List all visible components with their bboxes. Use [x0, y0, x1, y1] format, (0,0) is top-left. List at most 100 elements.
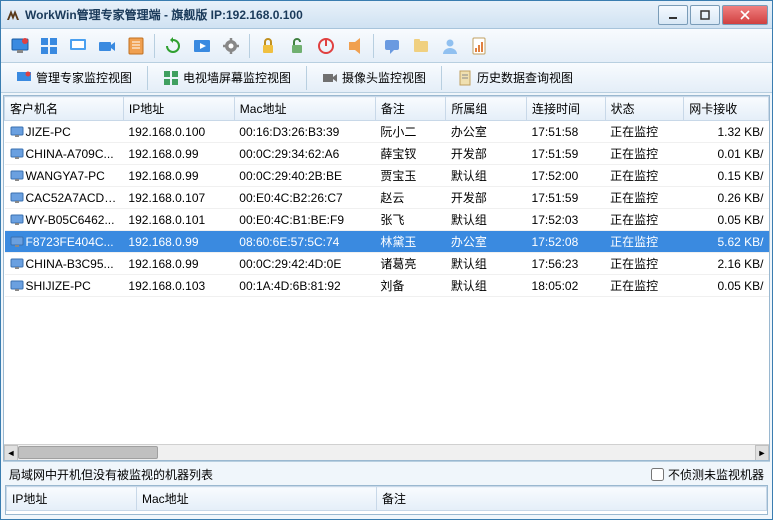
toolbar-separator — [373, 34, 374, 58]
cell-netrecv: 0.26 KB/ — [684, 187, 769, 209]
cell-remark: 林黛玉 — [375, 231, 446, 253]
toolbar-settings-icon[interactable] — [218, 33, 244, 59]
tab-monitor-view[interactable]: 管理专家监控视图 — [7, 65, 141, 90]
computer-icon — [10, 192, 24, 204]
cell-remark: 阮小二 — [375, 121, 446, 143]
camera-icon — [322, 70, 338, 86]
toolbar-separator — [249, 34, 250, 58]
close-button[interactable] — [722, 5, 768, 25]
computer-icon — [10, 170, 24, 182]
app-window: WorkWin管理专家管理端 - 旗舰版 IP:192.168.0.100 管理… — [0, 0, 773, 520]
computer-icon — [10, 214, 24, 226]
toolbar-history-icon[interactable] — [123, 33, 149, 59]
cell-mac: 00:0C:29:40:2B:BE — [234, 165, 375, 187]
minimize-button[interactable] — [658, 5, 688, 25]
cell-mac: 08:60:6E:57:5C:74 — [234, 231, 375, 253]
wall-icon — [163, 70, 179, 86]
cell-ip: 192.168.0.99 — [123, 143, 234, 165]
col-conntime[interactable]: 连接时间 — [527, 97, 606, 121]
cell-conntime: 17:51:58 — [527, 121, 606, 143]
toolbar-unlock-icon[interactable] — [284, 33, 310, 59]
cell-conntime: 17:52:08 — [527, 231, 606, 253]
view-tabbar: 管理专家监控视图 电视墙屏幕监控视图 摄像头监控视图 历史数据查询视图 — [1, 63, 772, 93]
cell-group: 默认组 — [446, 253, 527, 275]
bottom-col-remark[interactable]: 备注 — [377, 487, 767, 511]
table-row[interactable]: CAC52A7ACD7...192.168.0.10700:E0:4C:B2:2… — [5, 187, 769, 209]
cell-remark: 贾宝玉 — [375, 165, 446, 187]
cell-conntime: 17:52:00 — [527, 165, 606, 187]
toolbar-camera-icon[interactable] — [94, 33, 120, 59]
cell-client: WANGYA7-PC — [5, 165, 124, 187]
toolbar-monitor-icon[interactable] — [7, 33, 33, 59]
bottom-col-mac[interactable]: Mac地址 — [137, 487, 377, 511]
toolbar-chat-icon[interactable] — [379, 33, 405, 59]
cell-conntime: 17:52:03 — [527, 209, 606, 231]
col-status[interactable]: 状态 — [605, 97, 684, 121]
tab-separator — [306, 66, 307, 90]
cell-client: WY-B05C6462... — [5, 209, 124, 231]
cell-mac: 00:0C:29:42:4D:0E — [234, 253, 375, 275]
cell-ip: 192.168.0.99 — [123, 253, 234, 275]
table-row[interactable]: SHIJIZE-PC192.168.0.10300:1A:4D:6B:81:92… — [5, 275, 769, 297]
toolbar-lock-icon[interactable] — [255, 33, 281, 59]
cell-status: 正在监控 — [605, 121, 684, 143]
client-table: 客户机名 IP地址 Mac地址 备注 所属组 连接时间 状态 网卡接收 JIZE… — [3, 95, 770, 461]
col-remark[interactable]: 备注 — [375, 97, 446, 121]
col-netrecv[interactable]: 网卡接收 — [684, 97, 769, 121]
no-detect-checkbox[interactable]: 不侦测未监视机器 — [651, 466, 764, 483]
cell-conntime: 17:51:59 — [527, 143, 606, 165]
toolbar-power-icon[interactable] — [313, 33, 339, 59]
tab-tvwall-view[interactable]: 电视墙屏幕监控视图 — [154, 65, 300, 90]
cell-netrecv: 0.05 KB/ — [684, 275, 769, 297]
cell-netrecv: 0.05 KB/ — [684, 209, 769, 231]
cell-conntime: 18:05:02 — [527, 275, 606, 297]
cell-remark: 刘备 — [375, 275, 446, 297]
checkbox-input[interactable] — [651, 468, 664, 481]
toolbar-broadcast-icon[interactable] — [342, 33, 368, 59]
toolbar-refresh-icon[interactable] — [160, 33, 186, 59]
cell-mac: 00:16:D3:26:B3:39 — [234, 121, 375, 143]
col-group[interactable]: 所属组 — [446, 97, 527, 121]
cell-client: CHINA-A709C... — [5, 143, 124, 165]
toolbar-files-icon[interactable] — [408, 33, 434, 59]
toolbar-user-icon[interactable] — [437, 33, 463, 59]
table-scroll[interactable]: 客户机名 IP地址 Mac地址 备注 所属组 连接时间 状态 网卡接收 JIZE… — [4, 96, 769, 444]
toolbar-wall-icon[interactable] — [36, 33, 62, 59]
bottom-col-ip[interactable]: IP地址 — [7, 487, 137, 511]
toolbar-play-icon[interactable] — [189, 33, 215, 59]
cell-netrecv: 2.16 KB/ — [684, 253, 769, 275]
table-row[interactable]: WANGYA7-PC192.168.0.9900:0C:29:40:2B:BE贾… — [5, 165, 769, 187]
cell-remark: 赵云 — [375, 187, 446, 209]
main-toolbar — [1, 29, 772, 63]
col-client[interactable]: 客户机名 — [5, 97, 124, 121]
tab-label: 电视墙屏幕监控视图 — [183, 69, 291, 86]
table-row[interactable]: F8723FE404C...192.168.0.9908:60:6E:57:5C… — [5, 231, 769, 253]
table-row[interactable]: JIZE-PC192.168.0.10000:16:D3:26:B3:39阮小二… — [5, 121, 769, 143]
cell-ip: 192.168.0.101 — [123, 209, 234, 231]
cell-ip: 192.168.0.99 — [123, 231, 234, 253]
scroll-right-arrow[interactable]: ► — [755, 445, 769, 461]
tab-separator — [147, 66, 148, 90]
cell-client: SHIJIZE-PC — [5, 275, 124, 297]
table-row[interactable]: CHINA-A709C...192.168.0.9900:0C:29:34:62… — [5, 143, 769, 165]
tab-camera-view[interactable]: 摄像头监控视图 — [313, 65, 435, 90]
horizontal-scrollbar[interactable]: ◄ ► — [4, 444, 769, 460]
col-mac[interactable]: Mac地址 — [234, 97, 375, 121]
cell-conntime: 17:51:59 — [527, 187, 606, 209]
scroll-thumb[interactable] — [18, 446, 158, 459]
scroll-left-arrow[interactable]: ◄ — [4, 445, 18, 461]
toolbar-separator — [154, 34, 155, 58]
cell-netrecv: 5.62 KB/ — [684, 231, 769, 253]
toolbar-report-icon[interactable] — [466, 33, 492, 59]
cell-client: CAC52A7ACD7... — [5, 187, 124, 209]
col-ip[interactable]: IP地址 — [123, 97, 234, 121]
table-row[interactable]: CHINA-B3C95...192.168.0.9900:0C:29:42:4D… — [5, 253, 769, 275]
tab-history-view[interactable]: 历史数据查询视图 — [448, 65, 582, 90]
cell-status: 正在监控 — [605, 253, 684, 275]
toolbar-screen-icon[interactable] — [65, 33, 91, 59]
table-row[interactable]: WY-B05C6462...192.168.0.10100:E0:4C:B1:B… — [5, 209, 769, 231]
cell-status: 正在监控 — [605, 187, 684, 209]
app-icon — [5, 7, 21, 23]
cell-status: 正在监控 — [605, 143, 684, 165]
maximize-button[interactable] — [690, 5, 720, 25]
